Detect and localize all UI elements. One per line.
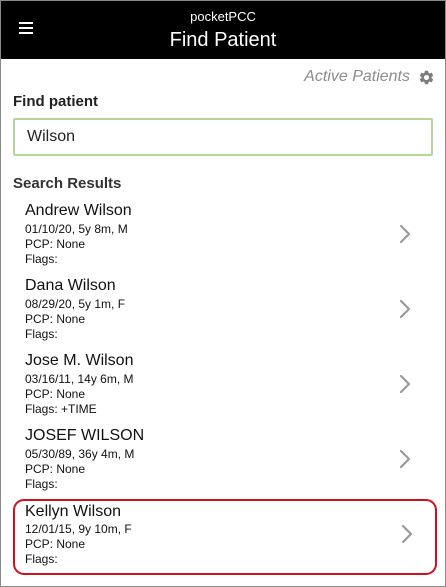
patient-pcp: PCP: None — [25, 537, 86, 551]
patient-pcp: PCP: None — [25, 387, 86, 401]
chevron-right-icon — [401, 524, 413, 544]
patient-dob: 08/29/20, 5y 1m, F — [25, 297, 126, 311]
patient-pcp: PCP: None — [25, 312, 86, 326]
search-input[interactable] — [13, 118, 433, 156]
patient-name: JOSEF WILSON — [25, 427, 145, 444]
chevron-right-icon — [399, 449, 411, 469]
patient-flags: Flags: — [25, 252, 58, 266]
patient-pcp: PCP: None — [25, 237, 86, 251]
chevron-right-icon — [399, 299, 411, 319]
list-item[interactable]: Andrew Wilson 01/10/20, 5y 8m, M PCP: No… — [1, 199, 445, 274]
chevron-right-icon — [399, 374, 411, 394]
patient-name: Jose M. Wilson — [25, 352, 134, 369]
patient-pcp: PCP: None — [25, 462, 86, 476]
results-list: Andrew Wilson 01/10/20, 5y 8m, M PCP: No… — [1, 199, 445, 575]
patient-dob: 01/10/20, 5y 8m, M — [25, 222, 128, 236]
list-item[interactable]: JOSEF WILSON 05/30/89, 36y 4m, M PCP: No… — [1, 424, 445, 499]
patient-flags: Flags: — [25, 552, 58, 566]
patient-dob: 03/16/11, 14y 6m, M — [25, 372, 134, 386]
list-item[interactable]: Jose M. Wilson 03/16/11, 14y 6m, M PCP: … — [1, 349, 445, 424]
patient-name: Kellyn Wilson — [25, 503, 122, 520]
patient-flags: Flags: — [25, 477, 58, 491]
list-item[interactable]: Dana Wilson 08/29/20, 5y 1m, F PCP: None… — [1, 274, 445, 349]
patient-flags: Flags: +TIME — [25, 402, 97, 416]
active-patients-label: Active Patients — [304, 68, 410, 85]
patient-dob: 12/01/15, 9y 10m, F — [25, 522, 132, 536]
app-window: pocketPCC Find Patient Active Patients F… — [0, 0, 446, 587]
page-title: Find Patient — [169, 29, 277, 51]
search-results-label: Search Results — [13, 175, 122, 192]
patient-name: Dana Wilson — [25, 277, 116, 294]
gear-icon[interactable] — [418, 69, 435, 86]
find-patient-label: Find patient — [13, 93, 98, 110]
active-patients-button[interactable]: Active Patients — [304, 67, 435, 87]
app-name: pocketPCC — [190, 9, 256, 24]
patient-name: Andrew Wilson — [25, 202, 132, 219]
app-header: pocketPCC Find Patient — [1, 1, 445, 59]
list-item-selected[interactable]: Kellyn Wilson 12/01/15, 9y 10m, F PCP: N… — [13, 499, 437, 575]
patient-flags: Flags: — [25, 327, 58, 341]
patient-dob: 05/30/89, 36y 4m, M — [25, 447, 135, 461]
chevron-right-icon — [399, 224, 411, 244]
